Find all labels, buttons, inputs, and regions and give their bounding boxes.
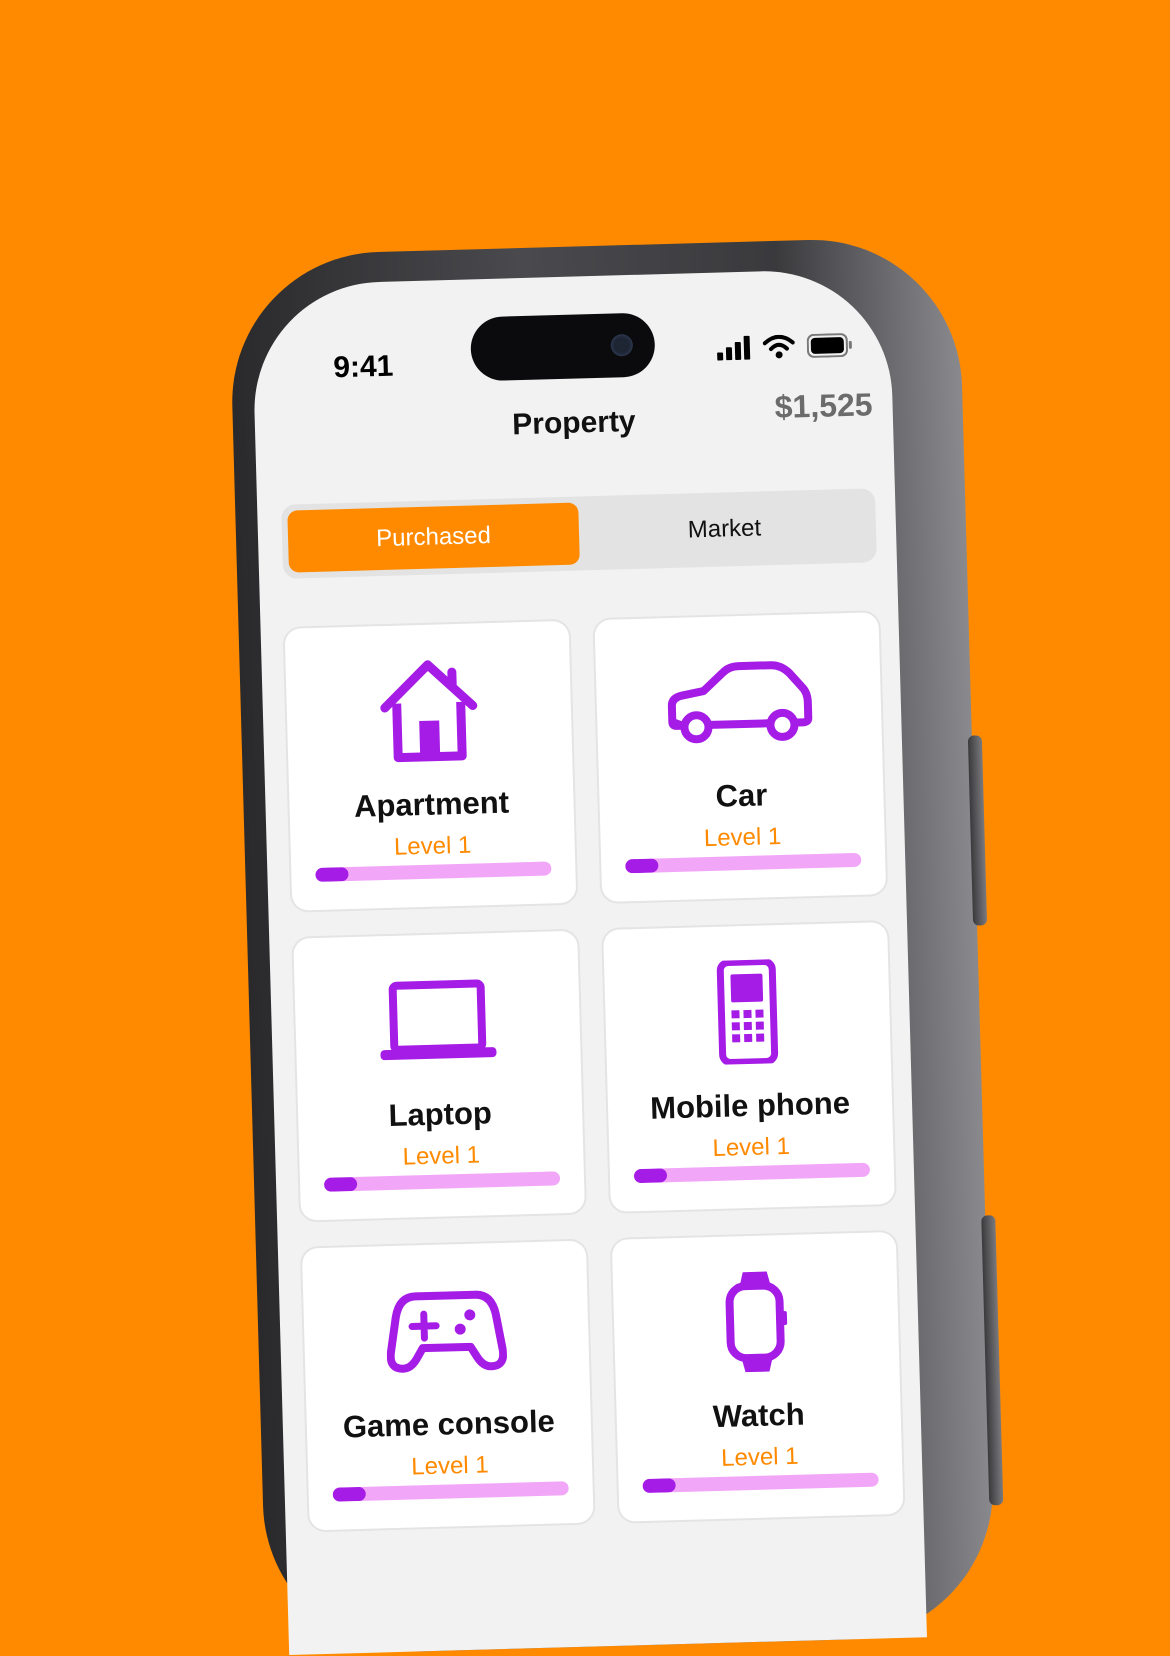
property-name: Apartment — [353, 784, 510, 824]
battery-icon — [806, 333, 852, 358]
gamepad-icon — [386, 1290, 508, 1373]
camera-icon — [610, 333, 634, 357]
mobile-phone-icon — [716, 959, 779, 1065]
property-card-watch[interactable]: Watch Level 1 — [611, 1231, 904, 1522]
laptop-icon — [380, 979, 497, 1061]
balance-amount: $1,525 — [774, 386, 874, 425]
status-icons — [717, 333, 854, 361]
property-level: Level 1 — [402, 1141, 481, 1171]
car-icon — [667, 661, 813, 744]
house-icon — [380, 660, 478, 763]
wifi-icon — [762, 334, 795, 359]
property-grid: Apartment Level 1 Car Level 1 Laptop Lev… — [284, 612, 904, 1531]
property-card-mobile-phone[interactable]: Mobile phone Level 1 — [603, 922, 895, 1212]
tab-purchased[interactable]: Purchased — [287, 502, 580, 573]
level-progress-bar — [642, 1472, 879, 1494]
property-level: Level 1 — [393, 831, 472, 861]
level-progress-bar — [315, 861, 552, 882]
progress-fill — [323, 1176, 358, 1192]
property-card-car[interactable]: Car Level 1 — [594, 612, 887, 902]
tab-market[interactable]: Market — [578, 494, 871, 564]
property-card-apartment[interactable]: Apartment Level 1 — [284, 620, 577, 911]
progress-fill — [625, 858, 659, 874]
segmented-control: Purchased Market — [281, 488, 877, 579]
level-progress-bar — [633, 1162, 871, 1184]
progress-fill — [315, 867, 349, 882]
property-level: Level 1 — [703, 822, 782, 853]
property-level: Level 1 — [720, 1442, 799, 1472]
phone-frame: 9:41 Property $1,525 Purchased Market Ap… — [228, 235, 1004, 1656]
app-screen: 9:41 Property $1,525 Purchased Market Ap… — [250, 267, 927, 1656]
property-name: Game console — [342, 1403, 556, 1445]
side-button — [981, 1215, 1004, 1506]
progress-fill — [642, 1478, 676, 1494]
cellular-signal-icon — [717, 335, 751, 361]
property-name: Watch — [712, 1396, 806, 1435]
level-progress-bar — [323, 1171, 561, 1192]
volume-button — [967, 735, 988, 926]
property-name: Laptop — [388, 1095, 493, 1134]
status-time: 9:41 — [332, 349, 394, 385]
property-name: Car — [715, 777, 768, 814]
level-progress-bar — [332, 1481, 569, 1502]
property-name: Mobile phone — [649, 1085, 851, 1126]
level-progress-bar — [625, 852, 862, 874]
progress-fill — [633, 1168, 668, 1184]
property-card-game-console[interactable]: Game console Level 1 — [301, 1240, 594, 1531]
dynamic-island — [469, 312, 656, 382]
property-level: Level 1 — [410, 1451, 490, 1481]
progress-fill — [332, 1486, 366, 1502]
watch-icon — [725, 1271, 788, 1373]
property-level: Level 1 — [712, 1132, 791, 1163]
property-card-laptop[interactable]: Laptop Level 1 — [293, 930, 585, 1221]
